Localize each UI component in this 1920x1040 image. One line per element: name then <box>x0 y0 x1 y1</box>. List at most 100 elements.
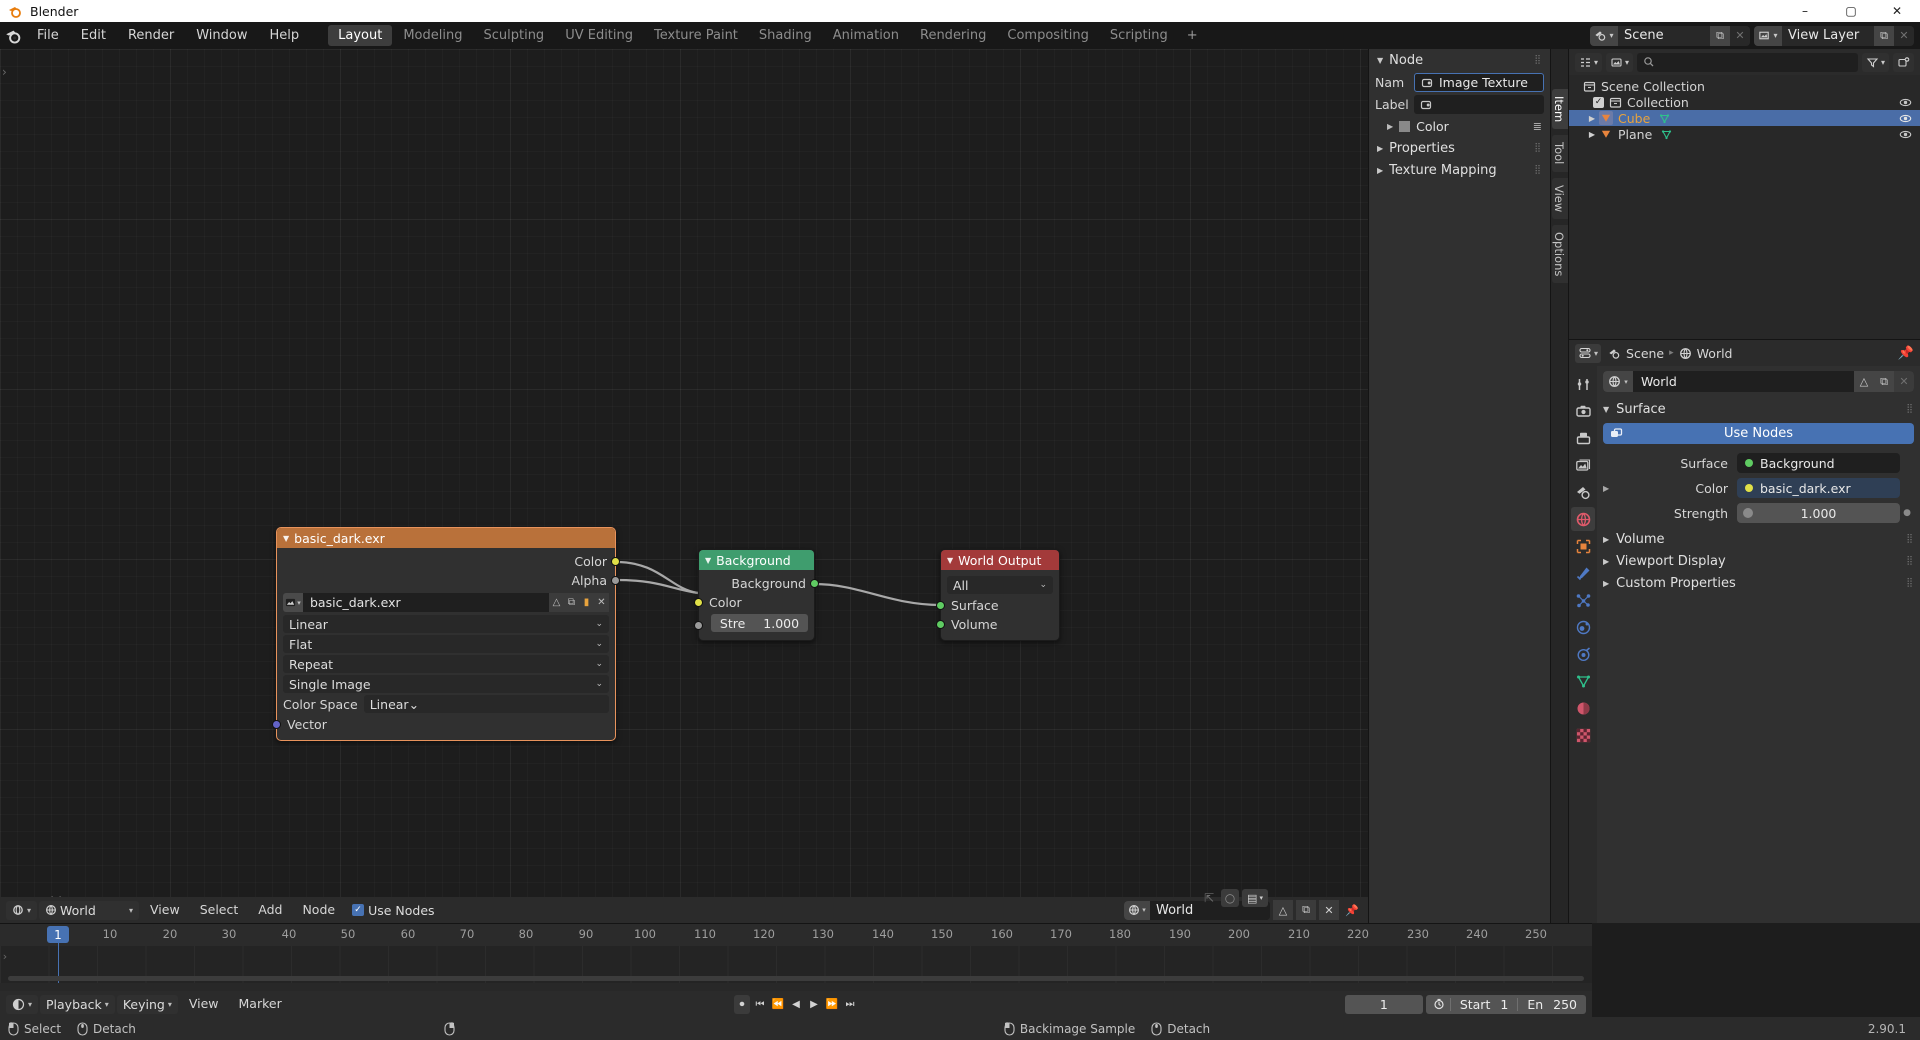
surface-panel-header[interactable]: ▼ Surface ⣿ <box>1603 398 1914 420</box>
node-color-row[interactable]: ▶ Color ≣ <box>1369 116 1550 137</box>
view-layer-new-button[interactable]: ⧉ <box>1874 25 1894 46</box>
sidebar-tab-view[interactable]: View <box>1552 177 1568 219</box>
expand-triangle-icon[interactable]: ▶ <box>1569 130 1599 139</box>
scene-selector[interactable]: ▾ Scene ⧉ ✕ <box>1590 25 1750 46</box>
color-value-field[interactable]: basic_dark.exr <box>1737 478 1900 498</box>
volume-panel-header[interactable]: ▶ Volume ⣿ <box>1603 528 1914 550</box>
image-unlink-icon[interactable]: ✕ <box>594 593 609 612</box>
workspace-tab-animation[interactable]: Animation <box>823 25 909 46</box>
node-collapse-triangle-icon[interactable]: ▼ <box>947 556 953 565</box>
pin-icon[interactable]: 📌 <box>1342 900 1362 920</box>
menu-help[interactable]: Help <box>259 22 311 49</box>
menu-edit[interactable]: Edit <box>70 22 117 49</box>
properties-tab-material[interactable] <box>1571 696 1595 720</box>
node-menu-add[interactable]: Add <box>249 897 291 923</box>
sidebar-tab-options[interactable]: Options <box>1552 224 1568 284</box>
visibility-eye-icon[interactable] <box>1899 112 1912 125</box>
image-open-folder-icon[interactable]: ▮ <box>579 593 594 612</box>
properties-editor-type-button[interactable]: ▾ <box>1575 343 1602 363</box>
visibility-eye-icon[interactable] <box>1899 96 1912 109</box>
extension-dropdown[interactable]: Repeat ⌄ <box>283 655 609 673</box>
node-input-surface[interactable]: Surface <box>936 596 1059 615</box>
properties-tab-output[interactable] <box>1571 426 1595 450</box>
playback-menu[interactable]: Playback ▾ <box>40 994 115 1014</box>
workspace-tab-shading[interactable]: Shading <box>749 25 822 46</box>
scene-unlink-button[interactable]: ✕ <box>1730 25 1750 46</box>
pin-icon[interactable]: 📌 <box>1898 346 1914 361</box>
shader-node-editor[interactable]: › World ▼ basic_dark.exr Color <box>0 49 1368 923</box>
node-input-volume[interactable]: Volume <box>936 615 1059 634</box>
properties-tab-modifiers[interactable] <box>1571 561 1595 585</box>
blender-logo-icon[interactable] <box>0 22 26 49</box>
node-input-color[interactable]: Color <box>694 593 814 612</box>
timeline-horizontal-scrollbar[interactable] <box>8 976 1584 981</box>
outliner-row-collection[interactable]: ✓ Collection <box>1569 94 1920 110</box>
socket-color-icon[interactable] <box>611 557 620 566</box>
frame-range-field[interactable]: Start 1 En 250 <box>1425 994 1586 1014</box>
sidebar-panel-node-header[interactable]: ▼ Node ⣿ <box>1369 49 1550 71</box>
node-image-texture[interactable]: ▼ basic_dark.exr Color Alpha ▾ basic_dar… <box>272 527 620 741</box>
world-datablock-row[interactable]: ▾ World △ ⧉ ✕ <box>1603 371 1914 392</box>
world-copy-icon[interactable]: ⧉ <box>1296 900 1316 920</box>
view-layer-selector[interactable]: ▾ View Layer ⧉ ✕ <box>1754 25 1914 46</box>
scene-name[interactable]: Scene <box>1618 25 1710 46</box>
socket-color-icon[interactable] <box>694 598 703 607</box>
sidebar-tab-item[interactable]: Item <box>1552 89 1568 130</box>
timeline-ruler[interactable]: 1 10 20 30 40 50 60 70 80 90 100 110 120… <box>0 924 1592 965</box>
playhead-label[interactable]: 1 <box>47 926 69 943</box>
node-output-background[interactable]: Background <box>699 574 819 593</box>
workspace-tab-uv-editing[interactable]: UV Editing <box>555 25 643 46</box>
properties-tab-object-data[interactable] <box>1571 669 1595 693</box>
world-unlink-icon[interactable]: ✕ <box>1319 900 1339 920</box>
end-frame-field[interactable]: En 250 <box>1518 997 1586 1012</box>
mesh-data-icon[interactable] <box>1660 128 1673 141</box>
outliner-editor-type-button[interactable]: ▾ <box>1575 52 1603 72</box>
image-copy-icon[interactable]: ⧉ <box>564 593 579 612</box>
sidebar-panel-properties-header[interactable]: ▶ Properties ⣿ <box>1369 137 1550 159</box>
node-input-vector[interactable]: Vector <box>272 715 615 734</box>
source-dropdown[interactable]: Single Image ⌄ <box>283 675 609 693</box>
node-header[interactable]: ▼ Background <box>699 550 814 570</box>
node-background[interactable]: ▼ Background Background Color Stre 1.000 <box>694 549 819 641</box>
expand-triangle-icon[interactable]: ▼ <box>1603 405 1609 414</box>
jump-to-end-icon[interactable]: ⏭ <box>842 995 858 1014</box>
image-datablock-selector[interactable]: ▾ basic_dark.exr △ ⧉ ▮ ✕ <box>283 593 609 612</box>
world-unlink-icon[interactable]: ✕ <box>1894 371 1914 392</box>
world-name-value[interactable]: World <box>1633 374 1854 389</box>
fake-user-shield-icon[interactable]: △ <box>1854 371 1874 392</box>
workspace-tab-layout[interactable]: Layout <box>328 25 393 46</box>
node-name-input[interactable]: Image Texture <box>1414 73 1544 92</box>
node-header[interactable]: ▼ basic_dark.exr <box>277 528 615 548</box>
node-output-alpha[interactable]: Alpha <box>277 571 620 590</box>
expand-triangle-icon[interactable]: ▶ <box>1603 557 1609 566</box>
checkbox-icon[interactable]: ✓ <box>352 904 365 916</box>
timeline-menu-view[interactable]: View <box>180 991 228 1017</box>
play-reverse-icon[interactable]: ◀ <box>788 995 804 1014</box>
menu-file[interactable]: File <box>26 22 70 49</box>
region-expand-arrow-icon[interactable]: › <box>2 65 7 79</box>
properties-tab-physics[interactable] <box>1571 615 1595 639</box>
node-canvas[interactable] <box>0 49 1368 923</box>
timeline-expand-arrow-icon[interactable]: › <box>0 946 10 966</box>
auto-range-icon[interactable] <box>1426 998 1450 1010</box>
close-button[interactable]: ✕ <box>1874 0 1920 22</box>
socket-volume-icon[interactable] <box>936 620 945 629</box>
node-collapse-triangle-icon[interactable]: ▼ <box>283 534 289 543</box>
properties-tab-render[interactable] <box>1571 399 1595 423</box>
use-nodes-checkbox[interactable]: ✓ Use Nodes <box>346 903 440 918</box>
scene-new-copy-button[interactable]: ⧉ <box>1710 25 1730 46</box>
image-browse-icon[interactable]: ▾ <box>283 593 303 612</box>
jump-to-prev-keyframe-icon[interactable]: ⏪ <box>770 995 786 1014</box>
play-icon[interactable]: ▶ <box>806 995 822 1014</box>
collection-checkbox[interactable]: ✓ <box>1593 96 1604 108</box>
expand-triangle-icon[interactable]: ▼ <box>1377 56 1383 65</box>
view-layer-name[interactable]: View Layer <box>1782 25 1874 46</box>
properties-tab-constraints[interactable] <box>1571 642 1595 666</box>
animate-property-dot[interactable]: ● <box>1900 508 1914 518</box>
outliner-display-mode-button[interactable]: ▾ <box>1606 52 1634 72</box>
overlays-dropdown-icon[interactable]: ▤ ▾ <box>1242 889 1268 907</box>
expand-triangle-icon[interactable]: ▶ <box>1569 114 1599 123</box>
target-dropdown[interactable]: All ⌄ <box>947 576 1053 594</box>
record-keyframe-icon[interactable]: ⏺ <box>734 994 750 1014</box>
strength-slider[interactable]: 1.000 <box>1737 503 1900 523</box>
